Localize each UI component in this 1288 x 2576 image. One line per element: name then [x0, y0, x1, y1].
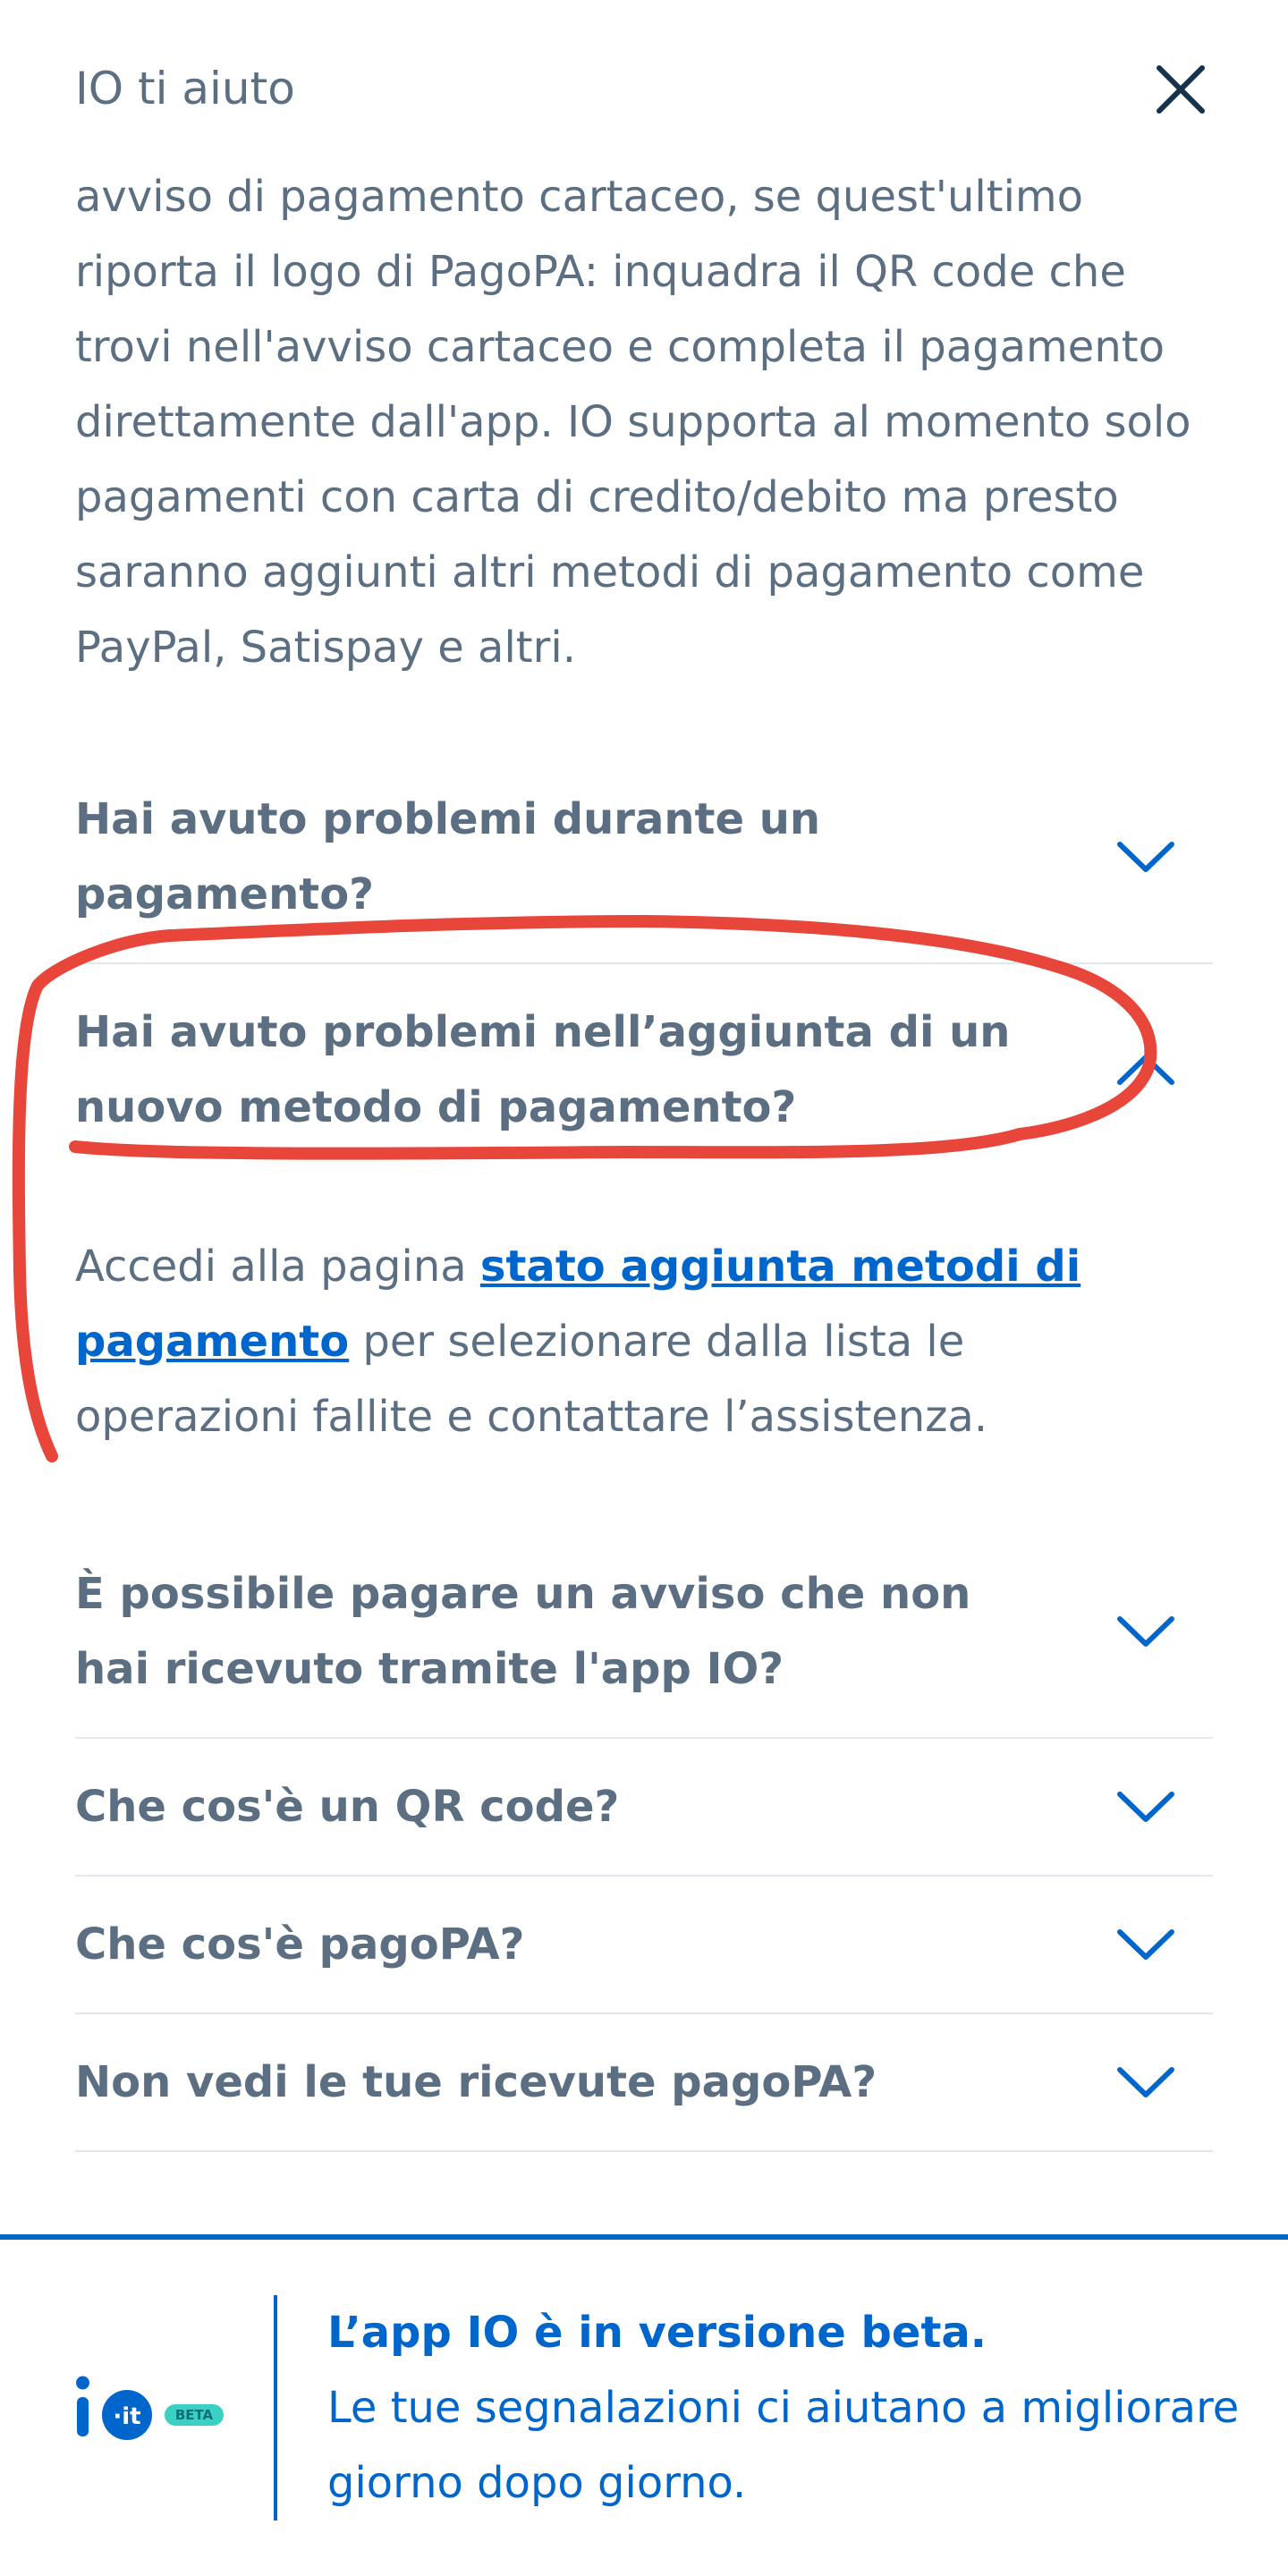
chevron-down-icon — [1114, 837, 1177, 877]
header: IO ti aiuto — [0, 0, 1288, 179]
faq-item: Hai avuto problemi durante un pagamento? — [75, 751, 1213, 964]
chevron-up-icon — [1114, 1050, 1177, 1089]
faq-question-qr-code[interactable]: Che cos'è un QR code? — [75, 1739, 1213, 1875]
faq-question-pagopa-receipts[interactable]: Non vedi le tue ricevute pagoPA? — [75, 2014, 1213, 2150]
faq-answer: Accedi alla pagina stato aggiunta metodi… — [75, 1175, 1213, 1526]
beta-description: Le tue segnalazioni ci aiutano a miglior… — [327, 2383, 1240, 2508]
faq-item: Che cos'è un QR code? — [75, 1739, 1213, 1877]
footer-divider — [274, 2295, 277, 2521]
beta-banner: ·it BETA L’app IO è in versione beta. Le… — [0, 2234, 1288, 2576]
faq-item: Che cos'è pagoPA? — [75, 1877, 1213, 2014]
chevron-down-icon — [1114, 1925, 1177, 1964]
faq-question-label: Hai avuto problemi nell’aggiunta di un n… — [75, 1007, 1011, 1132]
io-app-logo: ·it BETA — [76, 2376, 224, 2440]
faq-list: Hai avuto problemi durante un pagamento?… — [75, 751, 1213, 2152]
faq-question-payment-problems[interactable]: Hai avuto problemi durante un pagamento? — [75, 751, 1213, 962]
faq-question-label: Non vedi le tue ricevute pagoPA? — [75, 2057, 877, 2107]
faq-item: È possibile pagare un avviso che non hai… — [75, 1526, 1213, 1739]
beta-badge: BETA — [175, 2407, 214, 2423]
faq-question-unreceived-notice[interactable]: È possibile pagare un avviso che non hai… — [75, 1526, 1213, 1737]
faq-answer-text: Accedi alla pagina — [75, 1241, 480, 1292]
page-title: IO ti aiuto — [75, 63, 295, 114]
faq-question-label: È possibile pagare un avviso che non hai… — [75, 1569, 971, 1694]
svg-text:·it: ·it — [113, 2403, 140, 2430]
chevron-down-icon — [1114, 1787, 1177, 1826]
faq-question-pagopa[interactable]: Che cos'è pagoPA? — [75, 1877, 1213, 2012]
close-icon — [1157, 65, 1205, 114]
faq-item: Non vedi le tue ricevute pagoPA? — [75, 2014, 1213, 2152]
close-button[interactable] — [1154, 63, 1208, 116]
faq-question-label: Hai avuto problemi durante un pagamento? — [75, 794, 821, 919]
faq-question-payment-method[interactable]: Hai avuto problemi nell’aggiunta di un n… — [75, 964, 1213, 1175]
beta-title: L’app IO è in versione beta. — [327, 2308, 987, 2358]
faq-question-label: Che cos'è un QR code? — [75, 1782, 620, 1832]
beta-message: L’app IO è in versione beta. Le tue segn… — [327, 2295, 1240, 2521]
chevron-down-icon — [1114, 2063, 1177, 2102]
chevron-down-icon — [1114, 1612, 1177, 1651]
faq-item: Hai avuto problemi nell’aggiunta di un n… — [75, 964, 1213, 1526]
faq-answer-text: avviso di pagamento cartaceo, se quest'u… — [75, 172, 1191, 673]
faq-question-label: Che cos'è pagoPA? — [75, 1919, 525, 1970]
